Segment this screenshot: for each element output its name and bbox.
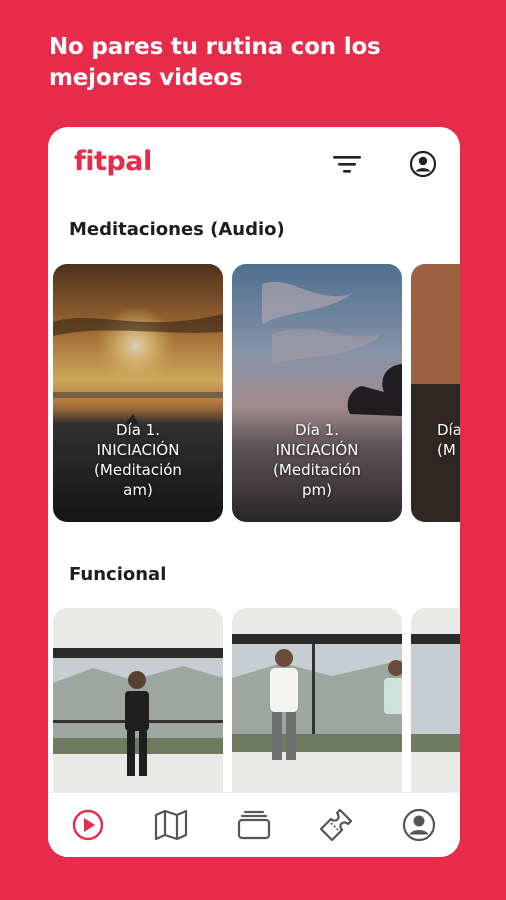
meditaciones-carousel[interactable]: Día 1. INICIACIÓN (Meditación am) Día 1.… (53, 264, 460, 522)
cards-icon[interactable] (236, 807, 272, 843)
card-title: Día (M (437, 421, 460, 459)
video-card[interactable]: Día 1. INICIACIÓN (Meditación pm) (232, 264, 402, 522)
ticket-icon[interactable] (318, 807, 354, 843)
app-screen: fitpal Meditaciones (Audio) Día 1. INICI… (48, 127, 460, 857)
video-card[interactable]: Día (M (411, 264, 460, 522)
card-title: Día 1. INICIACIÓN (Meditación pm) (273, 421, 361, 499)
profile-icon[interactable] (401, 807, 437, 843)
promo-headline: No pares tu rutina con los mejores video… (49, 34, 381, 91)
card-title: Día 1. INICIACIÓN (Meditación am) (94, 421, 182, 499)
section-title-funcional: Funcional (69, 564, 167, 585)
play-icon[interactable] (70, 807, 106, 843)
section-title-meditaciones: Meditaciones (Audio) (69, 219, 285, 240)
sunset-thumbnail (411, 264, 460, 522)
app-header: fitpal (48, 127, 460, 199)
filter-icon[interactable] (333, 153, 361, 175)
app-logo: fitpal (74, 146, 152, 177)
map-icon[interactable] (153, 807, 189, 843)
account-icon[interactable] (409, 150, 437, 178)
video-card[interactable]: Día 1. INICIACIÓN (Meditación am) (53, 264, 223, 522)
bottom-navigation (48, 792, 460, 857)
